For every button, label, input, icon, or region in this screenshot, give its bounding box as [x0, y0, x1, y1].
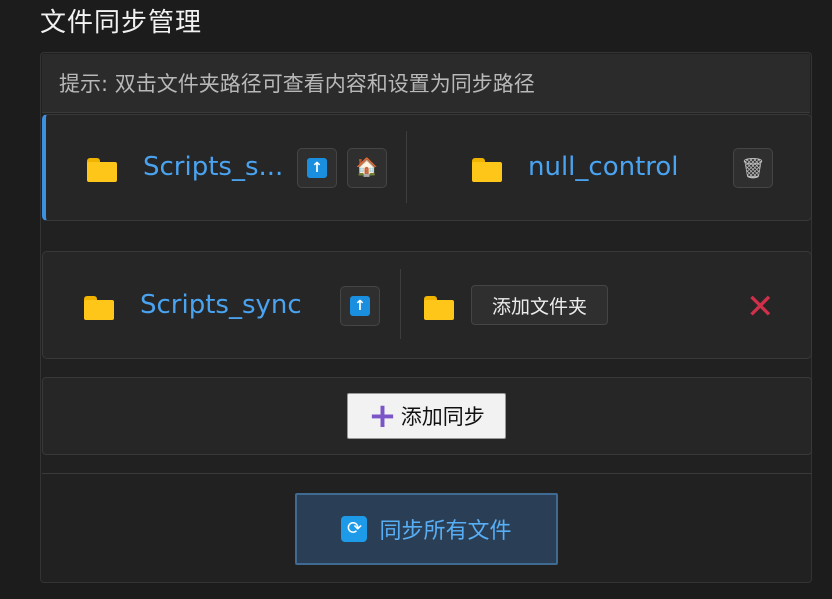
- folder-icon[interactable]: [84, 296, 114, 320]
- add-folder-button[interactable]: 添加文件夹: [471, 285, 608, 325]
- trash-icon: 🗑: [740, 156, 766, 180]
- delete-button[interactable]: 🗑: [733, 148, 773, 188]
- sync-icon: ⟳: [341, 516, 368, 542]
- target-path[interactable]: null_control: [528, 152, 679, 182]
- close-icon[interactable]: ✕: [746, 290, 775, 324]
- home-icon: 🏠: [355, 157, 379, 178]
- sync-all-button[interactable]: ⟳ 同步所有文件: [295, 493, 558, 565]
- page-title: 文件同步管理: [40, 8, 203, 38]
- plus-icon: +: [368, 396, 397, 436]
- separator: [42, 473, 812, 474]
- upload-button[interactable]: ↑: [297, 148, 337, 188]
- home-button[interactable]: 🏠: [347, 148, 387, 188]
- add-sync-label: 添加同步: [400, 405, 485, 429]
- folder-icon[interactable]: [424, 296, 454, 320]
- divider: [400, 269, 401, 339]
- upload-icon: ↑: [307, 158, 327, 178]
- folder-icon[interactable]: [472, 158, 502, 182]
- folder-icon[interactable]: [87, 158, 117, 182]
- sync-all-label: 同步所有文件: [379, 519, 512, 544]
- source-path[interactable]: Scripts_sync: [140, 290, 302, 320]
- upload-button[interactable]: ↑: [340, 286, 380, 326]
- hint-text: 提示: 双击文件夹路径可查看内容和设置为同步路径: [42, 54, 810, 113]
- divider: [406, 131, 407, 203]
- upload-icon: ↑: [350, 296, 370, 316]
- add-sync-button[interactable]: + 添加同步: [347, 393, 506, 439]
- source-path[interactable]: Scripts_s...: [143, 152, 283, 182]
